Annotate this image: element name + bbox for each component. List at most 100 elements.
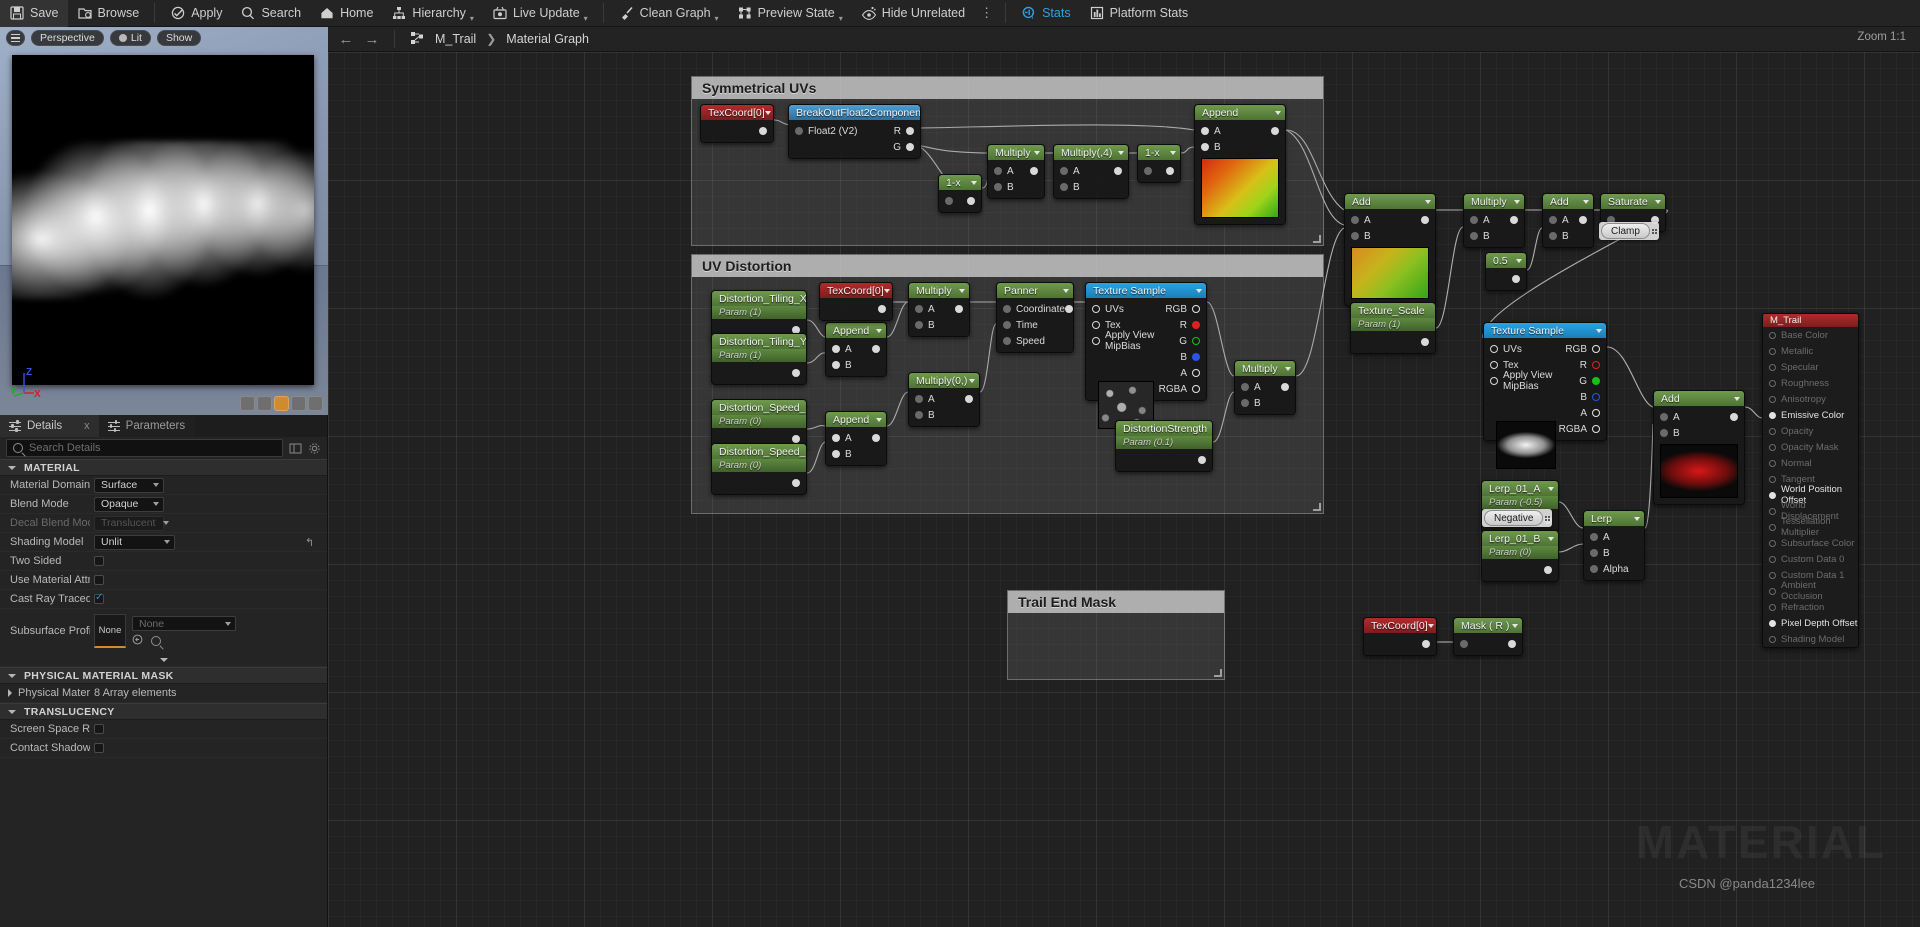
- output-pin[interactable]: [955, 305, 963, 313]
- material-pin-opacity-mask[interactable]: Opacity Mask: [1763, 439, 1858, 455]
- chevron-down-icon[interactable]: [764, 110, 771, 115]
- input-pin[interactable]: [1003, 321, 1011, 329]
- input-pin[interactable]: [1490, 361, 1498, 369]
- node-texcoord0-c[interactable]: TexCoord[0]: [1363, 617, 1437, 656]
- node-multiply-a[interactable]: Multiply A B: [987, 144, 1045, 199]
- chevron-down-icon[interactable]: [1427, 623, 1434, 628]
- material-domain-dropdown[interactable]: Surface: [94, 477, 164, 493]
- revert-icon[interactable]: ↰: [305, 536, 314, 549]
- section-header-physical-material-mask[interactable]: PHYSICAL MATERIAL MASK: [0, 667, 327, 684]
- node-one-minus-x-a[interactable]: 1-x: [938, 174, 982, 213]
- chevron-down-icon[interactable]: [1063, 288, 1069, 293]
- negative-node-collapsed[interactable]: Negative: [1482, 509, 1553, 527]
- material-pin-emissive-color[interactable]: Emissive Color: [1763, 407, 1858, 423]
- chevron-down-icon[interactable]: [1516, 258, 1522, 263]
- output-pin[interactable]: [1064, 305, 1073, 313]
- material-pin-tessellation-multiplier[interactable]: Tessellation Multiplier: [1763, 516, 1858, 538]
- output-pin[interactable]: [1592, 409, 1600, 417]
- output-pin[interactable]: [1030, 167, 1038, 175]
- output-pin[interactable]: [1198, 456, 1206, 464]
- output-pin[interactable]: [1192, 353, 1200, 361]
- preview-shape-sphere-button[interactable]: [257, 396, 272, 411]
- material-pin-metallic[interactable]: Metallic: [1763, 343, 1858, 359]
- input-pin[interactable]: [1460, 640, 1468, 648]
- input-pin[interactable]: [1549, 216, 1557, 224]
- input-pin[interactable]: [1490, 345, 1498, 353]
- node-multiply-4[interactable]: Multiply(,4) A B: [1053, 144, 1129, 199]
- use-selected-asset-icon[interactable]: [132, 634, 143, 648]
- output-pin[interactable]: [1592, 425, 1600, 433]
- viewport-menu-button[interactable]: [6, 30, 25, 46]
- chevron-down-icon[interactable]: [1734, 396, 1740, 401]
- input-pin[interactable]: [832, 345, 840, 353]
- node-texture-sample-2[interactable]: Texture Sample UVs RGB Tex R Apply View …: [1483, 322, 1607, 469]
- output-pin[interactable]: [1192, 337, 1200, 345]
- node-one-minus-x-b[interactable]: 1-x: [1137, 144, 1181, 183]
- material-pin-ambient-occlusion[interactable]: Ambient Occlusion: [1763, 580, 1858, 602]
- input-pin[interactable]: [1092, 305, 1100, 313]
- chevron-down-icon[interactable]: [1655, 199, 1661, 204]
- node-add-3[interactable]: Add A B: [1653, 390, 1745, 505]
- cast-ray-traced-shadows-checkbox[interactable]: [94, 592, 104, 604]
- output-pin[interactable]: [1544, 566, 1552, 574]
- input-pin[interactable]: [945, 197, 953, 205]
- output-pin[interactable]: [792, 369, 800, 377]
- node-texcoord0-a[interactable]: TexCoord[0]: [700, 104, 774, 143]
- toolbar-clean-graph-button[interactable]: Clean Graph ▾: [610, 0, 728, 27]
- toolbar-apply-button[interactable]: Apply: [161, 0, 231, 27]
- input-pin[interactable]: [795, 127, 803, 135]
- input-pin[interactable]: [1092, 337, 1100, 345]
- input-pin[interactable]: [1351, 232, 1359, 240]
- input-pin[interactable]: [915, 305, 923, 313]
- chevron-down-icon[interactable]: [876, 328, 882, 333]
- input-pin[interactable]: [1060, 183, 1068, 191]
- chevron-down-icon[interactable]: [1548, 536, 1554, 541]
- breadcrumb-material[interactable]: M_Trail: [435, 32, 476, 46]
- tab-parameters[interactable]: Parameters: [98, 415, 195, 437]
- material-pin-roughness[interactable]: Roughness: [1763, 375, 1858, 391]
- toolbar-platform-stats-button[interactable]: Platform Stats: [1080, 0, 1198, 27]
- browse-asset-icon[interactable]: [151, 636, 161, 646]
- input-pin[interactable]: [915, 395, 923, 403]
- node-multiply-b[interactable]: Multiply A B: [908, 282, 970, 337]
- node-lerp[interactable]: Lerp A B Alpha: [1583, 510, 1645, 581]
- output-pin[interactable]: [1421, 338, 1429, 346]
- node-texture-scale[interactable]: Texture_Scale Param (1): [1350, 302, 1436, 354]
- chevron-down-icon[interactable]: [1275, 110, 1281, 115]
- node-distortion-strength[interactable]: DistortionStrength Param (0.1): [1115, 420, 1213, 472]
- input-pin[interactable]: [1201, 143, 1209, 151]
- node-breakoutfloat2components[interactable]: BreakOutFloat2Components Float2 (V2) R G: [788, 104, 921, 159]
- material-pin-shading-model[interactable]: Shading Model: [1763, 631, 1858, 647]
- input-pin[interactable]: [1490, 377, 1498, 385]
- material-pin-anisotropy[interactable]: Anisotropy: [1763, 391, 1858, 407]
- output-pin[interactable]: [1114, 167, 1122, 175]
- node-distortion-speed-y[interactable]: Distortion_Speed_Y Param (0): [711, 443, 807, 495]
- output-pin[interactable]: [1508, 640, 1516, 648]
- gear-icon[interactable]: [308, 442, 321, 455]
- toolbar-hierarchy-button[interactable]: Hierarchy ▾: [382, 0, 483, 27]
- material-graph-canvas[interactable]: Symmetrical UVs UV Distortion Trail End …: [328, 52, 1920, 927]
- chevron-down-icon[interactable]: [1285, 366, 1291, 371]
- material-preview-viewport[interactable]: Perspective Lit Show Z X Y: [0, 27, 328, 415]
- output-pin[interactable]: [1592, 361, 1600, 369]
- input-pin[interactable]: [1470, 216, 1478, 224]
- comment-trail-end-mask[interactable]: Trail End Mask: [1007, 590, 1225, 680]
- node-texture-sample-1[interactable]: Texture Sample UVs RGB Tex R Apply View …: [1085, 282, 1207, 429]
- output-pin[interactable]: [1579, 216, 1587, 224]
- toolbar-overflow-button[interactable]: ⋮: [974, 5, 999, 21]
- chevron-down-icon[interactable]: [971, 180, 977, 185]
- use-material-attributes-checkbox[interactable]: [94, 575, 104, 585]
- output-pin[interactable]: [1592, 393, 1600, 401]
- input-pin[interactable]: [994, 183, 1002, 191]
- input-pin[interactable]: [1660, 413, 1668, 421]
- node-append-1[interactable]: Append A B: [825, 322, 887, 377]
- input-pin[interactable]: [1351, 216, 1359, 224]
- chevron-down-icon[interactable]: [1118, 150, 1124, 155]
- node-multiply-0[interactable]: Multiply(0,) A B: [908, 372, 980, 427]
- resize-grip[interactable]: [1313, 503, 1321, 511]
- input-pin[interactable]: [832, 434, 840, 442]
- resize-grip[interactable]: [1313, 235, 1321, 243]
- chevron-down-icon[interactable]: [1425, 199, 1431, 204]
- toolbar-search-button[interactable]: Search: [231, 0, 310, 27]
- output-pin[interactable]: [759, 127, 767, 135]
